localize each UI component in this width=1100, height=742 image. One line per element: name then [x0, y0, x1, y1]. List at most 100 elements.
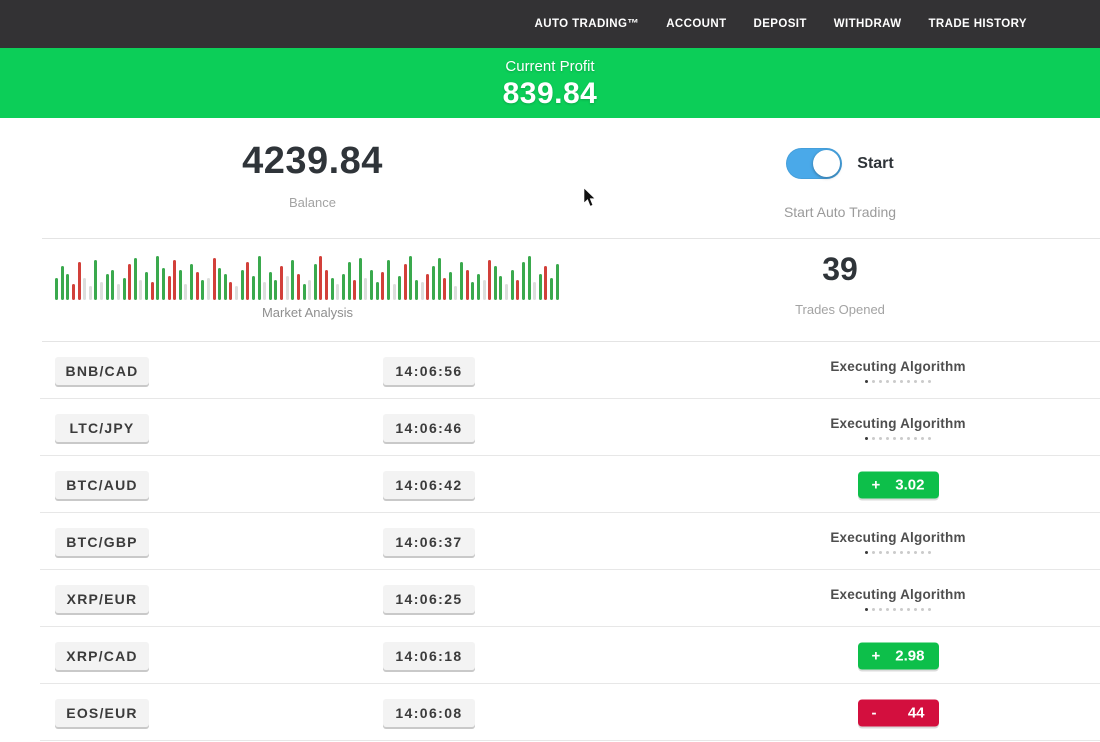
pair-badge[interactable]: BTC/AUD	[55, 471, 149, 499]
market-bar	[162, 268, 165, 300]
market-analysis-section: Market Analysis 39 Trades Opened	[0, 239, 1100, 341]
nav-item[interactable]: WITHDRAW	[834, 18, 902, 30]
market-bar	[460, 262, 463, 300]
market-bar	[488, 260, 491, 300]
market-bar	[139, 280, 142, 300]
pair-badge[interactable]: BNB/CAD	[55, 357, 149, 385]
market-bar	[511, 270, 514, 300]
pair-badge[interactable]: EOS/EUR	[55, 699, 149, 727]
trade-result-cell: Executing Algorithm	[813, 359, 983, 383]
nav-item[interactable]: AUTO TRADING™	[535, 18, 640, 30]
market-bar	[331, 278, 334, 300]
balance-label: Balance	[0, 195, 625, 210]
result-sign: +	[872, 476, 881, 493]
market-bar	[128, 264, 131, 300]
market-bar	[297, 274, 300, 300]
market-bar	[314, 264, 317, 300]
market-bar	[224, 274, 227, 300]
market-bar	[353, 280, 356, 300]
market-bar	[539, 274, 542, 300]
market-bar	[426, 274, 429, 300]
market-bar	[550, 278, 553, 300]
market-bar	[381, 272, 384, 300]
progress-dots-icon	[813, 608, 983, 611]
market-bar	[207, 278, 210, 300]
pair-badge[interactable]: LTC/JPY	[55, 414, 149, 442]
market-bar	[94, 260, 97, 300]
market-bar	[370, 270, 373, 300]
executing-label: Executing Algorithm	[813, 587, 983, 602]
market-bar	[556, 264, 559, 300]
toggle-knob	[813, 150, 840, 177]
market-bar	[173, 260, 176, 300]
auto-trading-toggle[interactable]	[786, 148, 842, 179]
market-bar	[483, 280, 486, 300]
market-bar	[404, 264, 407, 300]
trade-result-cell: Executing Algorithm	[813, 416, 983, 440]
market-bar	[66, 274, 69, 300]
market-bar	[274, 280, 277, 300]
market-bar	[55, 278, 58, 300]
nav-item[interactable]: TRADE HISTORY	[929, 18, 1028, 30]
market-bar	[348, 262, 351, 300]
market-analysis-label: Market Analysis	[55, 305, 560, 320]
market-bar	[364, 278, 367, 300]
market-bar	[376, 282, 379, 300]
time-badge: 14:06:18	[383, 642, 475, 670]
market-bar	[432, 266, 435, 300]
market-bar	[201, 280, 204, 300]
market-bar	[303, 284, 306, 300]
nav-item[interactable]: ACCOUNT	[666, 18, 726, 30]
toggle-label: Start	[857, 155, 893, 173]
executing-status: Executing Algorithm	[813, 530, 983, 554]
nav-item[interactable]: DEPOSIT	[754, 18, 807, 30]
market-bar	[499, 276, 502, 300]
market-bar	[398, 276, 401, 300]
result-badge: - 44	[858, 699, 939, 726]
market-bar	[359, 258, 362, 300]
market-bar	[516, 280, 519, 300]
market-bar	[528, 256, 531, 300]
market-bar	[123, 278, 126, 300]
market-bar	[241, 270, 244, 300]
market-bar	[100, 282, 103, 300]
progress-dots-icon	[813, 551, 983, 554]
pair-badge[interactable]: BTC/GBP	[55, 528, 149, 556]
trade-row: EOS/EUR 14:06:08 - 44	[0, 684, 1100, 741]
trade-row: BTC/GBP 14:06:37 Executing Algorithm	[0, 513, 1100, 570]
market-bar	[106, 274, 109, 300]
executing-status: Executing Algorithm	[813, 587, 983, 611]
market-bar	[286, 276, 289, 300]
result-value: 44	[908, 704, 925, 721]
market-bar	[421, 282, 424, 300]
top-nav: AUTO TRADING™ ACCOUNT DEPOSIT WITHDRAW T…	[0, 0, 1100, 48]
market-bar	[505, 284, 508, 300]
market-bar	[117, 284, 120, 300]
market-bar	[477, 274, 480, 300]
market-bar	[151, 282, 154, 300]
trade-row: LTC/JPY 14:06:46 Executing Algorithm	[0, 399, 1100, 456]
market-bar	[342, 274, 345, 300]
market-bar	[89, 286, 92, 300]
result-value: 3.02	[895, 476, 924, 493]
pair-badge[interactable]: XRP/CAD	[55, 642, 149, 670]
time-badge: 14:06:46	[383, 414, 475, 442]
market-bar	[494, 266, 497, 300]
result-sign: -	[872, 704, 877, 721]
executing-label: Executing Algorithm	[813, 416, 983, 431]
market-bar	[213, 258, 216, 300]
time-badge: 14:06:08	[383, 699, 475, 727]
market-bar	[258, 256, 261, 300]
account-stats: 4239.84 Balance Start Start Auto Trading	[0, 118, 1100, 238]
market-bar	[280, 266, 283, 300]
trades-opened-label: Trades Opened	[625, 302, 1055, 317]
progress-dots-icon	[813, 437, 983, 440]
trade-result-cell: - 44	[813, 699, 983, 726]
trades-opened-block: 39 Trades Opened	[625, 251, 1055, 317]
market-bar	[393, 284, 396, 300]
market-bar	[269, 272, 272, 300]
market-bar	[78, 262, 81, 300]
pair-badge[interactable]: XRP/EUR	[55, 585, 149, 613]
trade-row: XRP/CAD 14:06:18 + 2.98	[0, 627, 1100, 684]
time-badge: 14:06:25	[383, 585, 475, 613]
